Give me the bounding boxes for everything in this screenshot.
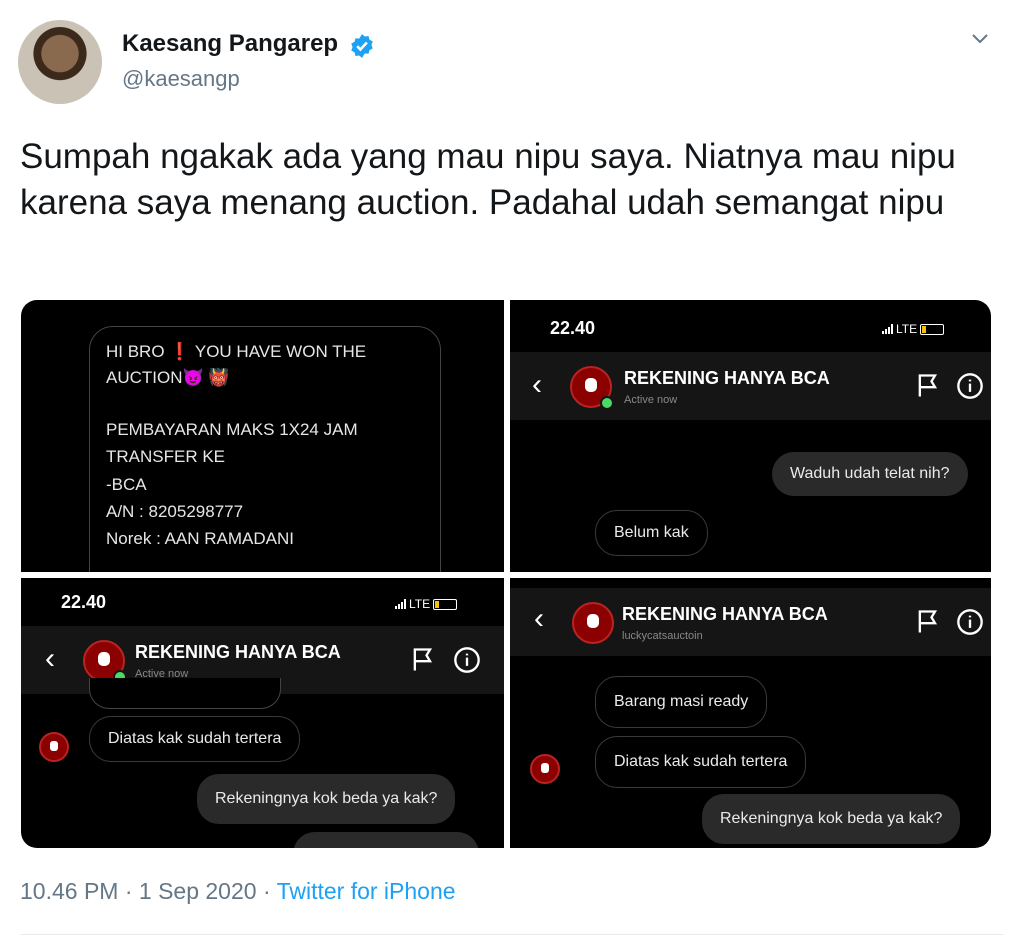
signal-icon bbox=[395, 599, 406, 609]
media-image-1[interactable]: HI BRO ❗ YOU HAVE WON THE AUCTION😈 👹 PEM… bbox=[21, 300, 504, 572]
message-out: Waduh udah telat nih? bbox=[772, 452, 968, 496]
message-in: Belum kak bbox=[595, 510, 708, 556]
flag-icon[interactable] bbox=[914, 608, 942, 636]
message-out-partial bbox=[293, 832, 479, 848]
message-line: A/N : 8205298777 bbox=[106, 502, 244, 521]
message-bubble-partial bbox=[89, 678, 281, 709]
tweet-timestamp[interactable]: 10.46 PM · 1 Sep 2020 · bbox=[20, 878, 277, 904]
back-icon[interactable]: ‹ bbox=[45, 642, 55, 676]
flag-icon[interactable] bbox=[914, 372, 942, 400]
chat-status: Active now bbox=[624, 394, 678, 406]
chat-name[interactable]: REKENING HANYA BCA bbox=[135, 642, 341, 663]
sender-avatar bbox=[530, 754, 560, 784]
status-time: 22.40 bbox=[550, 318, 596, 338]
status-time: 22.40 bbox=[61, 592, 107, 612]
media-image-2[interactable]: 22.40 LTE ‹ REKENING HANYA BCA Active no… bbox=[510, 300, 991, 572]
tweet-media[interactable]: HI BRO ❗ YOU HAVE WON THE AUCTION😈 👹 PEM… bbox=[21, 300, 991, 848]
back-icon[interactable]: ‹ bbox=[532, 368, 542, 402]
author-handle[interactable]: @kaesangp bbox=[122, 66, 240, 92]
chat-name[interactable]: REKENING HANYA BCA bbox=[624, 368, 830, 389]
message-line: TRANSFER KE bbox=[106, 447, 226, 466]
message-in: Diatas kak sudah tertera bbox=[89, 716, 301, 762]
info-icon[interactable] bbox=[956, 608, 984, 636]
message-out: Rekeningnya kok beda ya kak? bbox=[197, 774, 456, 824]
online-indicator bbox=[600, 396, 614, 410]
info-icon[interactable] bbox=[453, 646, 481, 674]
info-icon[interactable] bbox=[956, 372, 984, 400]
signal-icon bbox=[882, 324, 893, 334]
chat-avatar[interactable] bbox=[572, 602, 614, 644]
tweet-meta: 10.46 PM · 1 Sep 2020 · Twitter for iPho… bbox=[20, 878, 456, 905]
media-image-3[interactable]: 22.40 LTE ‹ REKENING HANYA BCA Active no… bbox=[21, 578, 504, 848]
message-line: -BCA bbox=[106, 475, 147, 494]
chat-name[interactable]: REKENING HANYA BCA bbox=[622, 604, 828, 625]
status-bar: LTE bbox=[882, 322, 945, 336]
message-line: Norek : AAN RAMADANI bbox=[106, 529, 294, 548]
network-label: LTE bbox=[409, 597, 431, 611]
tweet-text: Sumpah ngakak ada yang mau nipu saya. Ni… bbox=[20, 137, 956, 222]
message-in: Barang masi ready bbox=[595, 676, 768, 728]
avatar[interactable] bbox=[18, 20, 102, 104]
battery-icon bbox=[433, 598, 458, 610]
network-label: LTE bbox=[896, 322, 918, 336]
verified-badge-icon bbox=[351, 34, 373, 58]
chevron-down-icon[interactable] bbox=[968, 26, 992, 50]
chat-header: ‹ REKENING HANYA BCA Active now bbox=[510, 352, 991, 420]
tweet-source-link[interactable]: Twitter for iPhone bbox=[277, 878, 456, 904]
flag-icon[interactable] bbox=[409, 646, 437, 674]
sender-avatar bbox=[39, 732, 69, 762]
message-line: PEMBAYARAN MAKS 1X24 JAM bbox=[106, 420, 358, 439]
author-name[interactable]: Kaesang Pangarep bbox=[122, 30, 338, 58]
media-image-4[interactable]: ‹ REKENING HANYA BCA luckycatsauctoin Ba… bbox=[510, 578, 991, 848]
back-icon[interactable]: ‹ bbox=[534, 602, 544, 636]
chat-header: ‹ REKENING HANYA BCA luckycatsauctoin bbox=[510, 588, 991, 656]
message-in: Diatas kak sudah tertera bbox=[595, 736, 807, 788]
message-out: Rekeningnya kok beda ya kak? bbox=[702, 794, 961, 844]
chat-status: luckycatsauctoin bbox=[622, 630, 703, 642]
battery-icon bbox=[920, 323, 945, 335]
status-bar: LTE bbox=[395, 597, 458, 611]
message-line: HI BRO ❗ YOU HAVE WON THE bbox=[106, 342, 367, 361]
divider bbox=[20, 934, 1004, 935]
message-line: AUCTION😈 👹 bbox=[106, 368, 230, 387]
